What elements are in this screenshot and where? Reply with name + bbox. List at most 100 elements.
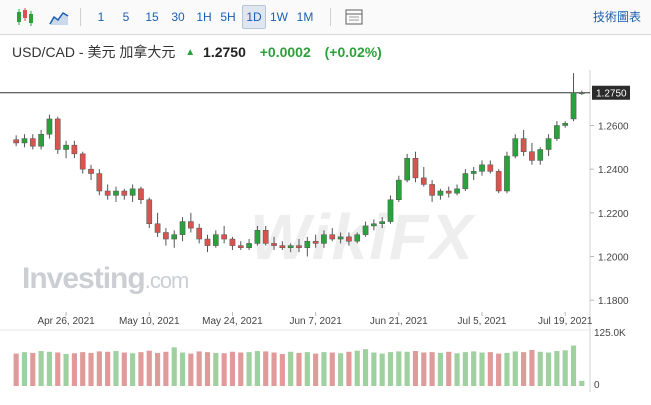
candle	[296, 245, 302, 249]
candle	[221, 234, 227, 240]
price-tick-label: 1.1800	[598, 296, 629, 307]
timeframe-1w[interactable]: 1W	[268, 0, 290, 34]
volume-bar	[138, 352, 144, 386]
candle	[146, 199, 153, 225]
x-tick-label: Jun 21, 2021	[370, 316, 428, 327]
volume-bar	[471, 351, 477, 386]
volume-bar	[288, 351, 294, 386]
volume-bar	[412, 351, 419, 386]
volume-bar	[454, 353, 460, 386]
candle	[29, 138, 36, 147]
candle	[337, 236, 344, 240]
candle	[113, 190, 119, 196]
timeframe-5h[interactable]: 5H	[218, 0, 238, 34]
table-icon[interactable]	[343, 6, 365, 28]
volume-bar	[238, 352, 244, 386]
candle	[171, 234, 178, 240]
volume-bar	[80, 352, 86, 386]
candle	[54, 118, 61, 150]
price-change-percent: (+0.02%)	[324, 44, 382, 60]
price-tick-label: 1.2000	[598, 253, 629, 264]
volume-bar	[437, 352, 443, 386]
candle	[420, 177, 427, 185]
volume-bar	[146, 350, 152, 386]
last-price: 1.2750	[203, 44, 246, 60]
chart-toolbar: 1 5 15 30 1H 5H 1D 1W 1M 技術圖表	[0, 0, 651, 35]
volume-bar	[296, 352, 302, 386]
candle	[204, 238, 211, 246]
volume-bar	[346, 351, 352, 386]
candle	[38, 133, 44, 147]
candle	[163, 232, 169, 240]
candle	[537, 149, 544, 161]
candle	[412, 157, 419, 179]
candle	[179, 221, 186, 235]
volume-bar	[21, 352, 28, 386]
volume-bar	[171, 347, 177, 386]
price-change: +0.0002	[259, 44, 311, 60]
volume-bar	[529, 349, 535, 386]
x-tick-label: Jul 5, 2021	[458, 316, 507, 327]
volume-bar	[537, 351, 543, 386]
candle	[554, 125, 560, 139]
timeframe-1d[interactable]: 1D	[242, 5, 266, 29]
volume-bar	[30, 352, 36, 386]
candle	[13, 139, 19, 144]
candle	[462, 173, 469, 190]
candle	[437, 190, 444, 196]
candle	[445, 190, 452, 194]
volume-bar	[279, 353, 285, 386]
candle	[138, 188, 144, 200]
x-tick-label: Jul 19, 2021	[538, 316, 593, 327]
timeframe-1h[interactable]: 1H	[194, 0, 214, 34]
volume-bar	[562, 350, 568, 386]
volume-bar	[545, 352, 552, 386]
volume-bar	[155, 352, 161, 386]
area-chart-icon[interactable]	[48, 6, 70, 28]
volume-bar	[130, 353, 136, 386]
candle	[21, 138, 28, 144]
volume-bar	[204, 352, 211, 386]
candle	[379, 221, 386, 225]
candle	[229, 238, 236, 246]
volume-bar	[570, 345, 577, 386]
candle	[246, 243, 252, 249]
volume-bar	[504, 352, 510, 386]
candle	[271, 243, 277, 246]
quote-header: USD/CAD - 美元 加拿大元 ▲ 1.2750 +0.0002 (+0.0…	[12, 42, 382, 62]
candle	[346, 236, 352, 242]
candle	[46, 118, 53, 135]
volume-bar	[487, 352, 493, 386]
timeframe-1m[interactable]: 1M	[294, 0, 316, 34]
timeframe-5min[interactable]: 5	[119, 0, 133, 34]
volume-bar	[254, 351, 260, 386]
volume-bar	[446, 351, 452, 386]
volume-bar	[579, 380, 585, 386]
volume-bar	[462, 352, 468, 386]
candlestick-chart-icon[interactable]	[14, 6, 36, 28]
price-tick-label: 1.2200	[598, 209, 629, 220]
candle	[562, 123, 569, 126]
timeframe-15min[interactable]: 15	[142, 0, 162, 34]
timeframe-30min[interactable]: 30	[168, 0, 188, 34]
candle	[188, 221, 194, 229]
price-tick-label: 1.2400	[598, 165, 629, 176]
volume-bar	[105, 351, 111, 386]
candle	[321, 234, 327, 244]
volume-bar	[396, 351, 402, 386]
candle	[429, 184, 435, 196]
toolbar-separator	[330, 8, 331, 26]
candle	[63, 144, 69, 150]
volume-bar	[354, 350, 360, 386]
candle	[362, 225, 369, 235]
technical-chart-link[interactable]: 技術圖表	[593, 0, 641, 34]
timeframe-1min[interactable]: 1	[94, 0, 108, 34]
candle	[79, 153, 86, 170]
volume-bar	[46, 351, 53, 386]
candle	[196, 227, 203, 240]
volume-bar	[321, 352, 327, 386]
price-chart[interactable]: 1.2600 1.2400 1.2200 1.2000 1.1800 1.2750 Apr …	[0, 68, 651, 405]
volume-bar	[221, 353, 227, 386]
candle	[304, 240, 311, 249]
candle	[312, 240, 319, 244]
